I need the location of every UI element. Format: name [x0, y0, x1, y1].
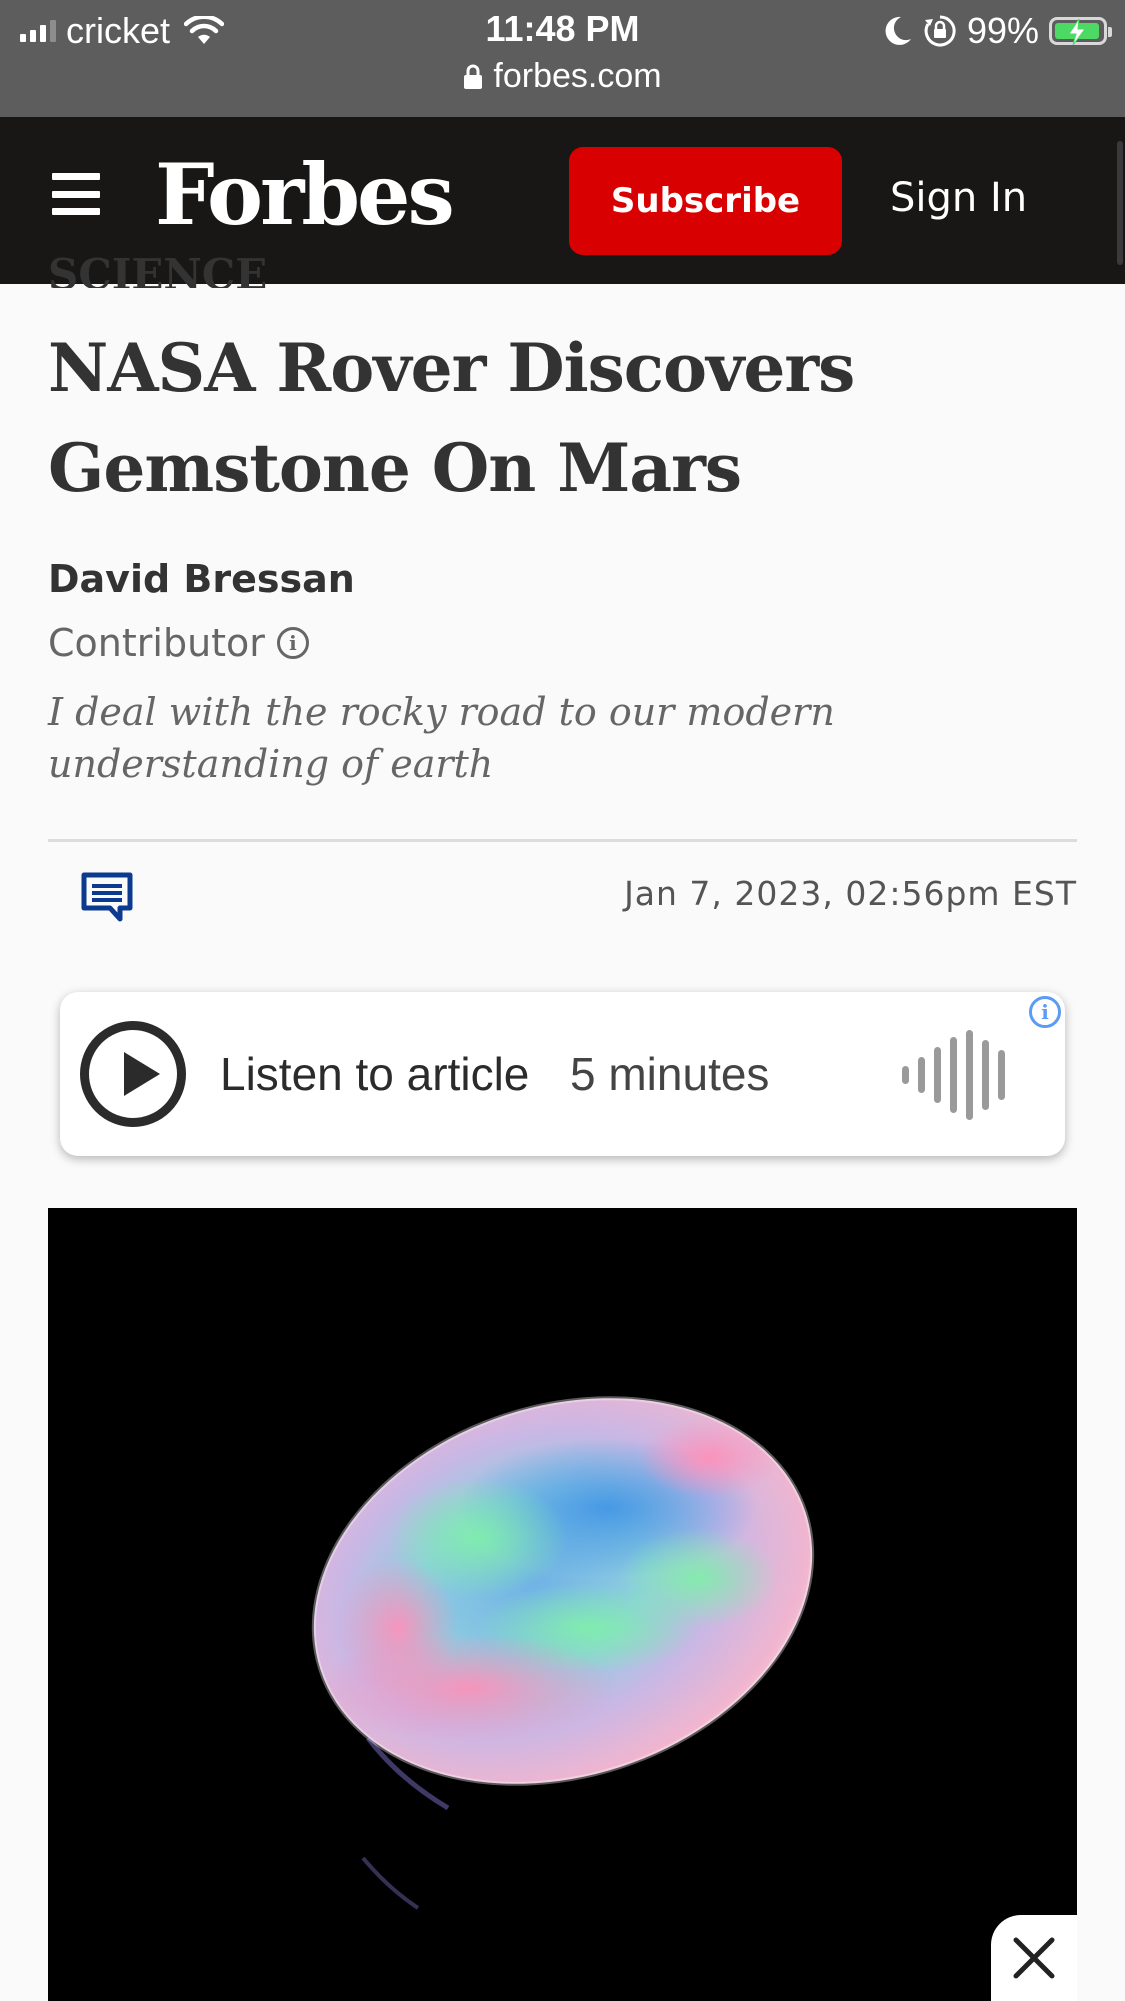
lock-icon: [464, 64, 483, 89]
battery-icon: [1049, 17, 1112, 46]
author-role-label: Contributor: [48, 621, 265, 665]
url-text: forbes.com: [493, 57, 662, 95]
status-right: 99%: [883, 10, 1112, 52]
listen-duration: 5 minutes: [570, 1048, 770, 1100]
close-ad-button[interactable]: [991, 1915, 1077, 2001]
battery-percent: 99%: [966, 10, 1039, 51]
close-icon[interactable]: [1012, 1936, 1056, 1980]
publish-date: Jan 7, 2023, 02:56pm EST: [624, 874, 1077, 913]
scrollbar: [1117, 141, 1123, 265]
listen-to-article-card[interactable]: Listen to article 5 minutes i: [60, 992, 1065, 1156]
status-bar: cricket 11:48 PM 99% forbes.com: [0, 0, 1125, 117]
comment-icon[interactable]: [80, 872, 134, 922]
author-role: Contributor i: [48, 621, 309, 665]
subscribe-button[interactable]: Subscribe: [569, 147, 842, 255]
author-bio: I deal with the rocky road to our modern…: [48, 690, 835, 786]
article-title: NASA Rover Discovers Gemstone On Mars: [48, 329, 855, 507]
audio-wave-icon: [902, 1030, 1005, 1120]
author-name[interactable]: David Bressan: [48, 557, 355, 601]
moon-icon: [885, 16, 911, 45]
section-label[interactable]: SCIENCE: [48, 250, 267, 288]
listen-label: Listen to article: [220, 1048, 530, 1100]
divider: [48, 839, 1077, 842]
play-icon[interactable]: [80, 1021, 186, 1127]
opal-gemstone-image: [311, 1396, 815, 1910]
sign-in-link[interactable]: Sign In: [890, 175, 1027, 221]
rotation-lock-icon: [924, 15, 956, 47]
info-icon[interactable]: i: [276, 627, 309, 659]
hamburger-icon[interactable]: [52, 173, 100, 215]
ad-info-icon[interactable]: i: [1029, 996, 1061, 1028]
address-bar[interactable]: forbes.com: [0, 57, 1125, 96]
hero-image: [48, 1208, 1077, 2001]
forbes-logo[interactable]: Forbes: [155, 145, 455, 244]
